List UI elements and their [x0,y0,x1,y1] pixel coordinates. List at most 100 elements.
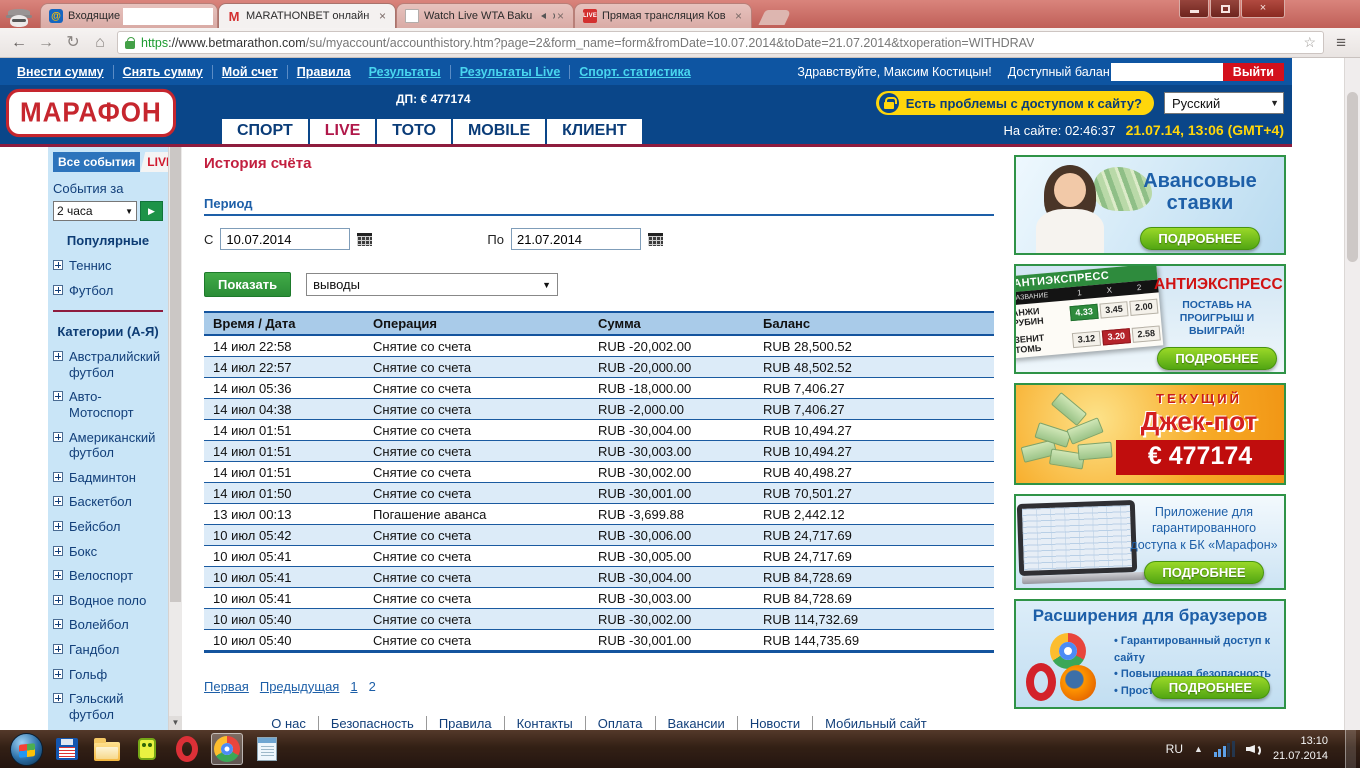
expand-icon[interactable] [53,570,63,581]
sidebar-sport-item[interactable]: Австралийский футбол [53,349,163,380]
browser-scrollbar[interactable] [1344,58,1360,730]
start-button[interactable] [10,732,43,766]
operation-filter-select[interactable]: выводы ▼ [306,273,559,296]
sidebar-sport-item[interactable]: Баскетбол [53,494,163,510]
tab-close-icon[interactable]: × [734,10,743,22]
sidebar-sport-item[interactable]: Велоспорт [53,568,163,584]
go-button[interactable]: ▶ [140,201,163,221]
expand-icon[interactable] [53,619,63,630]
sidebar-sport-item[interactable]: Теннис [53,258,163,274]
top-link[interactable]: Внести сумму [8,64,114,79]
footer-link[interactable]: Контакты [505,716,586,730]
sidebar-sport-item[interactable]: Американский футбол [53,430,163,461]
sidebar-sport-item[interactable]: Авто- Мотоспорт [53,389,163,420]
from-date-field[interactable] [220,228,351,250]
browser-menu-icon[interactable]: ≡ [1331,33,1351,53]
logout-button[interactable]: Выйти [1222,62,1284,81]
address-bar[interactable]: https://www.betmarathon.com/su/myaccount… [117,31,1325,54]
scrollbar-thumb[interactable] [1347,92,1358,262]
forward-icon[interactable]: → [36,34,56,51]
language-indicator[interactable]: RU [1166,742,1183,756]
calendar-icon[interactable] [647,232,663,246]
sidebar-sport-item[interactable]: Гольф [53,667,163,683]
details-button[interactable]: ПОДРОБНЕЕ [1140,226,1260,250]
reload-icon[interactable]: ↻ [63,34,83,51]
language-select[interactable]: Русский ▼ [1164,92,1284,114]
bookmark-star-icon[interactable]: ☆ [1304,34,1317,51]
browser-tab-inbox[interactable]: @ Входящие [40,3,218,28]
expand-icon[interactable] [53,471,63,482]
sidebar-sport-item[interactable]: Футбол [53,283,163,299]
nav-tab-toto[interactable]: ТОТО [377,119,451,144]
expand-icon[interactable] [53,351,63,362]
expand-icon[interactable] [53,431,63,442]
banner-advance-bets[interactable]: Авансовые ставки ПОДРОБНЕЕ [1014,155,1286,255]
details-button[interactable]: ПОДРОБНЕЕ [1157,347,1277,371]
tray-clock[interactable]: 13:10 21.07.2014 [1273,734,1328,764]
sidebar-sport-item[interactable]: Бадминтон [53,470,163,486]
top-link[interactable]: Результаты [360,64,451,79]
banner-extensions[interactable]: Расширения для браузеров Гарантированный… [1014,599,1286,709]
banner-antiexpress[interactable]: АНТИЭКСПРЕСС НАЗВАНИЕ 1 X 2 АНЖИ РУБИН 4.… [1014,264,1286,374]
tab-close-icon[interactable]: × [556,10,565,22]
footer-link[interactable]: Вакансии [656,716,738,730]
live-tab[interactable]: LIVE [140,152,168,172]
expand-icon[interactable] [53,643,63,654]
sidebar-sport-item[interactable]: Гандбол [53,642,163,658]
nav-tab-live[interactable]: LIVE [309,119,376,144]
details-button[interactable]: ПОДРОБНЕЕ [1150,676,1270,699]
sidebar-sport-item[interactable]: Волейбол [53,617,163,633]
hidden-icons-arrow[interactable]: ▲ [1194,744,1203,754]
marathon-logo[interactable]: МАРАФОН [6,88,176,138]
close-button[interactable]: × [1241,0,1285,18]
top-link[interactable]: Результаты Live [451,64,571,79]
nav-tab-client[interactable]: КЛИЕНТ [547,119,642,144]
browser-tab-wta[interactable]: Watch Live WTA Baku × [396,3,574,28]
expand-icon[interactable] [53,391,63,402]
top-link[interactable]: Спорт. статистика [570,65,699,79]
sidebar-sport-item[interactable]: Водное поло [53,593,163,609]
pagination-page-1[interactable]: 1 [350,679,357,694]
expand-icon[interactable] [53,668,63,679]
footer-link[interactable]: Правила [427,716,505,730]
period-select[interactable]: 2 часа ▼ [53,201,137,221]
top-link[interactable]: Снять сумму [114,64,213,79]
expand-icon[interactable] [53,284,63,295]
expand-icon[interactable] [53,260,63,270]
network-icon[interactable] [1213,741,1235,757]
sidebar-sport-item[interactable]: Бейсбол [53,519,163,535]
sidebar-scrollbar[interactable]: ▼ [168,147,182,730]
footer-link[interactable]: Новости [738,716,814,730]
taskbar-notepad[interactable] [251,733,283,765]
taskbar-chrome-active[interactable] [211,733,243,765]
access-problem-badge[interactable]: Есть проблемы с доступом к сайту? [875,91,1154,115]
nav-tab-mobile[interactable]: MOBILE [452,119,546,144]
volume-icon[interactable] [1246,742,1262,757]
pagination-prev[interactable]: Предыдущая [260,679,340,694]
new-tab-button[interactable] [758,10,792,25]
banner-jackpot[interactable]: ТЕКУЩИЙ Джек-пот € 477174 [1014,383,1286,485]
sidebar-sport-item[interactable]: Гэльский футбол [53,691,163,722]
expand-icon[interactable] [53,520,63,531]
tab-close-icon[interactable]: × [378,10,387,22]
taskbar-explorer[interactable] [91,733,123,765]
expand-icon[interactable] [53,594,63,605]
pagination-first[interactable]: Первая [204,679,249,694]
show-button[interactable]: Показать [204,272,292,297]
home-icon[interactable]: ⌂ [90,34,110,51]
footer-link[interactable]: Мобильный сайт [813,716,939,730]
browser-tab-marathonbet[interactable]: M MARATHONBET онлайн × [218,3,396,28]
expand-icon[interactable] [53,545,63,556]
back-icon[interactable]: ← [9,34,29,51]
footer-link[interactable]: Оплата [586,716,656,730]
to-date-field[interactable] [510,228,641,250]
sidebar-sport-item[interactable]: Бокс [53,544,163,560]
nav-tab-sport[interactable]: СПОРТ [222,119,308,144]
scroll-down-icon[interactable]: ▼ [169,716,182,730]
banner-app[interactable]: Приложение для гарантированного доступа … [1014,494,1286,590]
top-link[interactable]: Правила [288,65,360,79]
top-link[interactable]: Мой счет [213,64,288,79]
maximize-button[interactable] [1210,0,1240,18]
taskbar-qip[interactable] [131,733,163,765]
scrollbar-thumb[interactable] [170,147,181,602]
